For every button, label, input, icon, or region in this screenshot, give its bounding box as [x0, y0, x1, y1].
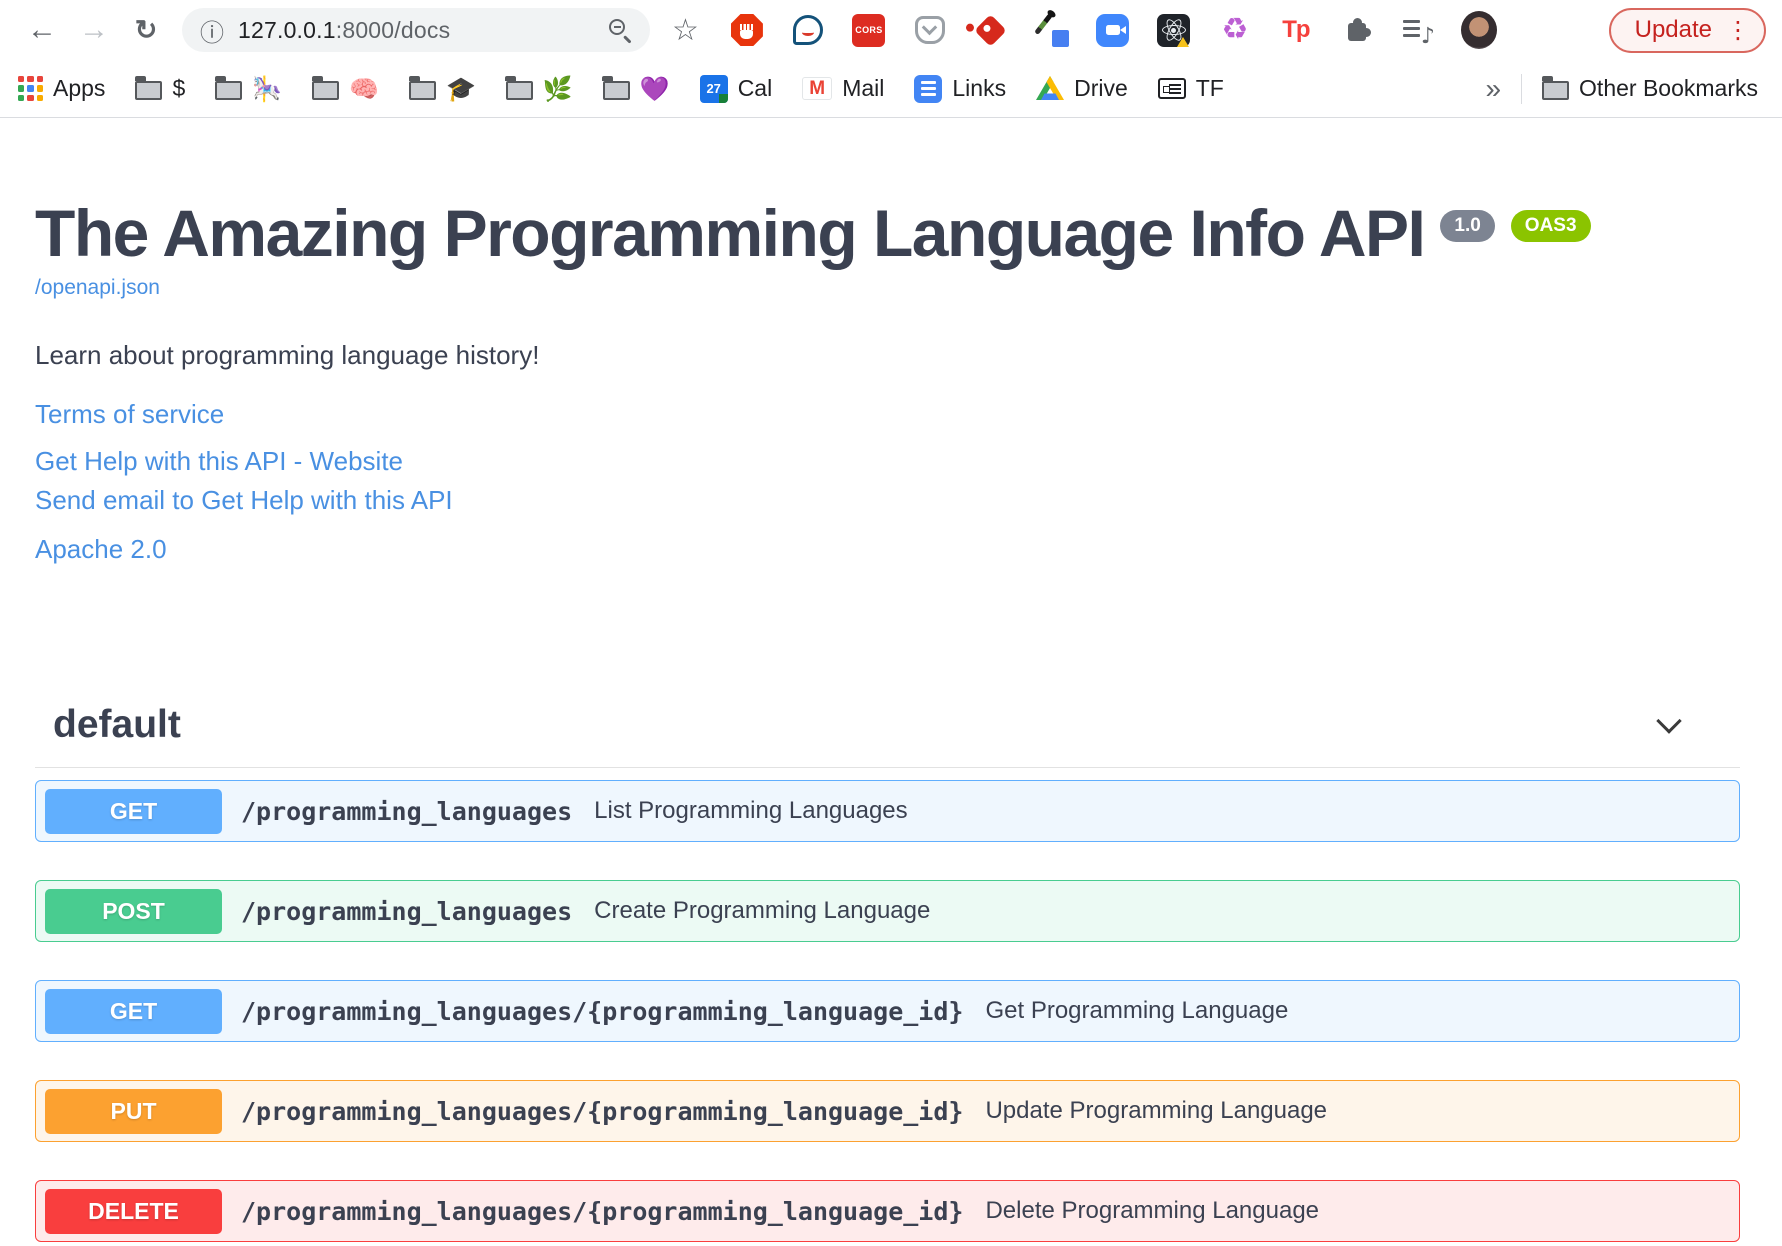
method-badge: POST — [45, 889, 222, 934]
swagger-page: The Amazing Programming Language Info AP… — [0, 118, 1782, 1242]
bookmark-star-icon[interactable]: ☆ — [672, 13, 699, 48]
bookmark-folder-herb[interactable]: 🌿 — [506, 75, 573, 103]
section-default-header[interactable]: default — [35, 703, 1740, 768]
pocket-icon[interactable] — [912, 12, 948, 48]
method-badge: PUT — [45, 1089, 222, 1134]
bookmark-folder-brain[interactable]: 🧠 — [312, 75, 379, 103]
bookmarks-bar: Apps $ 🎠 🧠 🎓 🌿 💜 27 Cal M Mail Links — [0, 60, 1782, 118]
apps-grid-icon — [18, 76, 43, 101]
folder-icon — [409, 81, 436, 100]
chrome-update-button[interactable]: Update ⋮ — [1609, 8, 1766, 53]
recycle-extension-icon[interactable]: ♻ — [1217, 12, 1253, 48]
react-devtools-icon[interactable] — [1156, 12, 1192, 48]
drive-icon — [1036, 76, 1064, 101]
forward-icon[interactable]: → — [68, 8, 120, 52]
endpoint-summary: Delete Programming Language — [985, 1197, 1319, 1225]
profile-avatar[interactable] — [1461, 12, 1497, 48]
openapi-spec-link[interactable]: /openapi.json — [35, 276, 160, 300]
calendar-icon: 27 — [700, 75, 728, 103]
endpoint-path: /programming_languages — [241, 897, 572, 926]
address-bar[interactable]: ⓘ 127.0.0.1:8000/docs — [182, 8, 650, 52]
chat-extension-icon[interactable] — [790, 12, 826, 48]
bookmark-folder-graduation[interactable]: 🎓 — [409, 75, 476, 103]
endpoint-row[interactable]: DELETE /programming_languages/{programmi… — [35, 1180, 1740, 1242]
back-icon[interactable]: ← — [16, 8, 68, 52]
tf-card-icon — [1158, 78, 1186, 99]
folder-icon — [215, 81, 242, 100]
terms-of-service-link[interactable]: Terms of service — [35, 399, 224, 430]
oas3-badge: OAS3 — [1511, 210, 1591, 242]
cors-extension-icon[interactable]: CORS — [851, 12, 887, 48]
folder-icon — [1542, 81, 1569, 100]
bookmarks-overflow-icon[interactable]: » — [1485, 73, 1501, 105]
bookmark-drive[interactable]: Drive — [1036, 75, 1128, 102]
api-description: Learn about programming language history… — [35, 340, 1782, 371]
chevron-down-icon[interactable] — [1656, 708, 1681, 733]
page-info-icon[interactable]: ⓘ — [200, 13, 224, 48]
get-help-website-link[interactable]: Get Help with this API - Website — [35, 446, 403, 477]
endpoint-summary: List Programming Languages — [594, 797, 908, 825]
bookmark-folder-heart[interactable]: 💜 — [603, 75, 670, 103]
folder-icon — [506, 81, 533, 100]
bookmark-tf[interactable]: TF — [1158, 75, 1224, 102]
method-badge: DELETE — [45, 1189, 222, 1234]
endpoint-row[interactable]: POST /programming_languages Create Progr… — [35, 880, 1740, 942]
gmail-icon: M — [802, 77, 832, 100]
folder-icon — [603, 81, 630, 100]
folder-icon — [135, 81, 162, 100]
bookmark-folder-carousel[interactable]: 🎠 — [215, 75, 282, 103]
bookmark-calendar[interactable]: 27 Cal — [700, 75, 773, 103]
endpoint-path: /programming_languages/{programming_lang… — [241, 1097, 963, 1126]
method-badge: GET — [45, 989, 222, 1034]
folder-icon — [312, 81, 339, 100]
bookmark-mail[interactable]: M Mail — [802, 75, 884, 102]
browser-toolbar: ← → ↻ ⓘ 127.0.0.1:8000/docs ☆ CORS ♻ Tp … — [0, 0, 1782, 60]
diamond-arrow-extension-icon[interactable] — [973, 12, 1009, 48]
endpoint-path: /programming_languages/{programming_lang… — [241, 1197, 963, 1226]
page-title: The Amazing Programming Language Info AP… — [35, 200, 1424, 266]
adblock-icon[interactable] — [729, 12, 765, 48]
endpoint-row[interactable]: GET /programming_languages/{programming_… — [35, 980, 1740, 1042]
method-badge: GET — [45, 789, 222, 834]
playlist-icon[interactable]: ♪ — [1400, 12, 1436, 48]
zoom-extension-icon[interactable] — [1095, 12, 1131, 48]
other-bookmarks[interactable]: Other Bookmarks — [1542, 75, 1758, 102]
extensions-puzzle-icon[interactable] — [1339, 12, 1375, 48]
links-doc-icon — [914, 75, 942, 103]
color-picker-extension-icon[interactable] — [1034, 12, 1070, 48]
endpoint-summary: Create Programming Language — [594, 897, 930, 925]
bookmark-folder-dollar[interactable]: $ — [135, 75, 185, 102]
endpoint-path: /programming_languages — [241, 797, 572, 826]
version-badge: 1.0 — [1440, 210, 1494, 242]
browser-menu-icon[interactable]: ⋮ — [1726, 16, 1750, 44]
endpoint-row[interactable]: GET /programming_languages List Programm… — [35, 780, 1740, 842]
license-link[interactable]: Apache 2.0 — [35, 534, 167, 565]
reload-icon[interactable]: ↻ — [120, 8, 172, 52]
endpoint-row[interactable]: PUT /programming_languages/{programming_… — [35, 1080, 1740, 1142]
endpoint-summary: Update Programming Language — [985, 1097, 1327, 1125]
send-email-link[interactable]: Send email to Get Help with this API — [35, 485, 453, 516]
bookmark-apps[interactable]: Apps — [18, 75, 105, 102]
section-title: default — [53, 703, 181, 747]
extensions-row: CORS ♻ Tp ♪ — [729, 12, 1497, 48]
zoom-out-icon[interactable] — [608, 18, 632, 42]
endpoint-summary: Get Programming Language — [985, 997, 1288, 1025]
bookmark-links[interactable]: Links — [914, 75, 1006, 103]
endpoint-path: /programming_languages/{programming_lang… — [241, 997, 963, 1026]
bookmarks-divider — [1521, 74, 1522, 104]
tp-extension-icon[interactable]: Tp — [1278, 12, 1314, 48]
url-text: 127.0.0.1:8000/docs — [238, 17, 450, 44]
